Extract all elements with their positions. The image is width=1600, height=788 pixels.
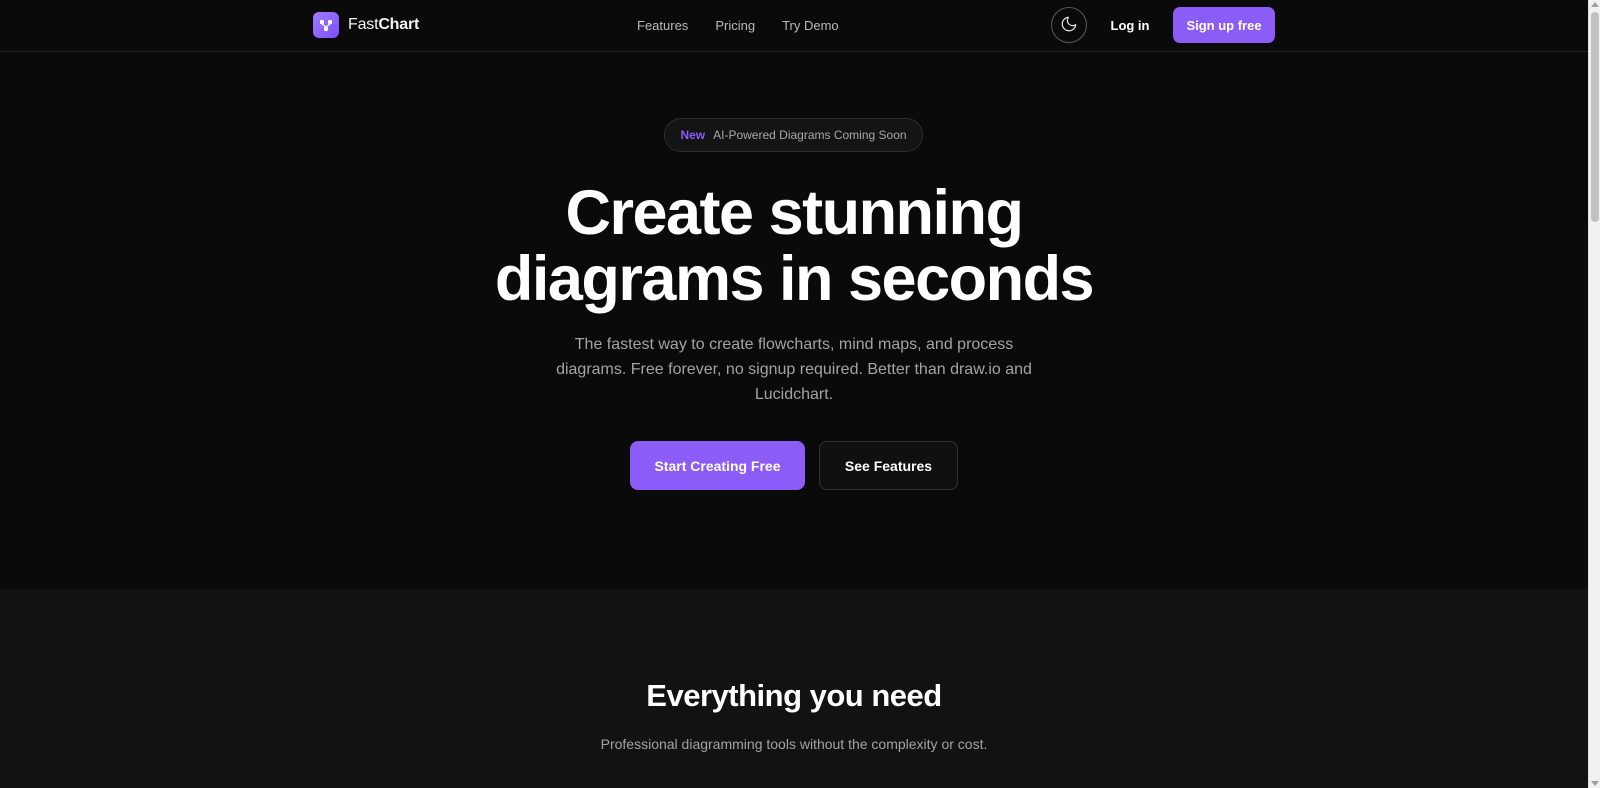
nav-link-pricing[interactable]: Pricing [715, 18, 755, 33]
nav-links: Features Pricing Try Demo [637, 0, 839, 50]
announcement-badge[interactable]: New AI-Powered Diagrams Coming Soon [664, 118, 923, 152]
badge-text: AI-Powered Diagrams Coming Soon [713, 128, 907, 142]
features-title: Everything you need [646, 678, 942, 713]
nav-link-features[interactable]: Features [637, 18, 688, 33]
brand-name-light: Fast [348, 16, 379, 33]
diagram-nodes-icon [313, 12, 339, 38]
hero-title: Create stunning diagrams in seconds [394, 180, 1194, 312]
brand-name-bold: Chart [378, 16, 420, 33]
page-scrollbar[interactable] [1588, 0, 1600, 788]
see-features-button[interactable]: See Features [819, 441, 958, 490]
nav-link-try-demo[interactable]: Try Demo [782, 18, 839, 33]
scroll-up-arrow-icon[interactable] [1591, 2, 1599, 7]
navbar: FastChart Features Pricing Try Demo Log … [0, 0, 1588, 52]
hero-subtitle: The fastest way to create flowcharts, mi… [556, 336, 1032, 403]
theme-toggle-button[interactable] [1051, 7, 1087, 43]
features-section: Everything you need Professional diagram… [0, 589, 1588, 788]
scroll-down-arrow-icon[interactable] [1591, 781, 1599, 786]
brand-logo-link[interactable]: FastChart [313, 12, 419, 38]
landing-page: FastChart Features Pricing Try Demo Log … [0, 0, 1600, 788]
signup-button[interactable]: Sign up free [1173, 7, 1275, 43]
brand-name: FastChart [348, 16, 419, 34]
cta-row: Start Creating Free See Features [0, 441, 1588, 490]
scrollbar-thumb[interactable] [1591, 12, 1599, 222]
hero-title-line1: Create stunning [565, 178, 1024, 248]
hero-section: New AI-Powered Diagrams Coming Soon Crea… [0, 52, 1588, 589]
start-creating-button[interactable]: Start Creating Free [630, 441, 805, 490]
badge-tag: New [680, 128, 706, 142]
moon-icon [1060, 15, 1078, 36]
login-link[interactable]: Log in [1100, 0, 1160, 50]
features-subtitle: Professional diagramming tools without t… [600, 736, 988, 752]
hero-title-line2: diagrams in seconds [494, 244, 1095, 314]
